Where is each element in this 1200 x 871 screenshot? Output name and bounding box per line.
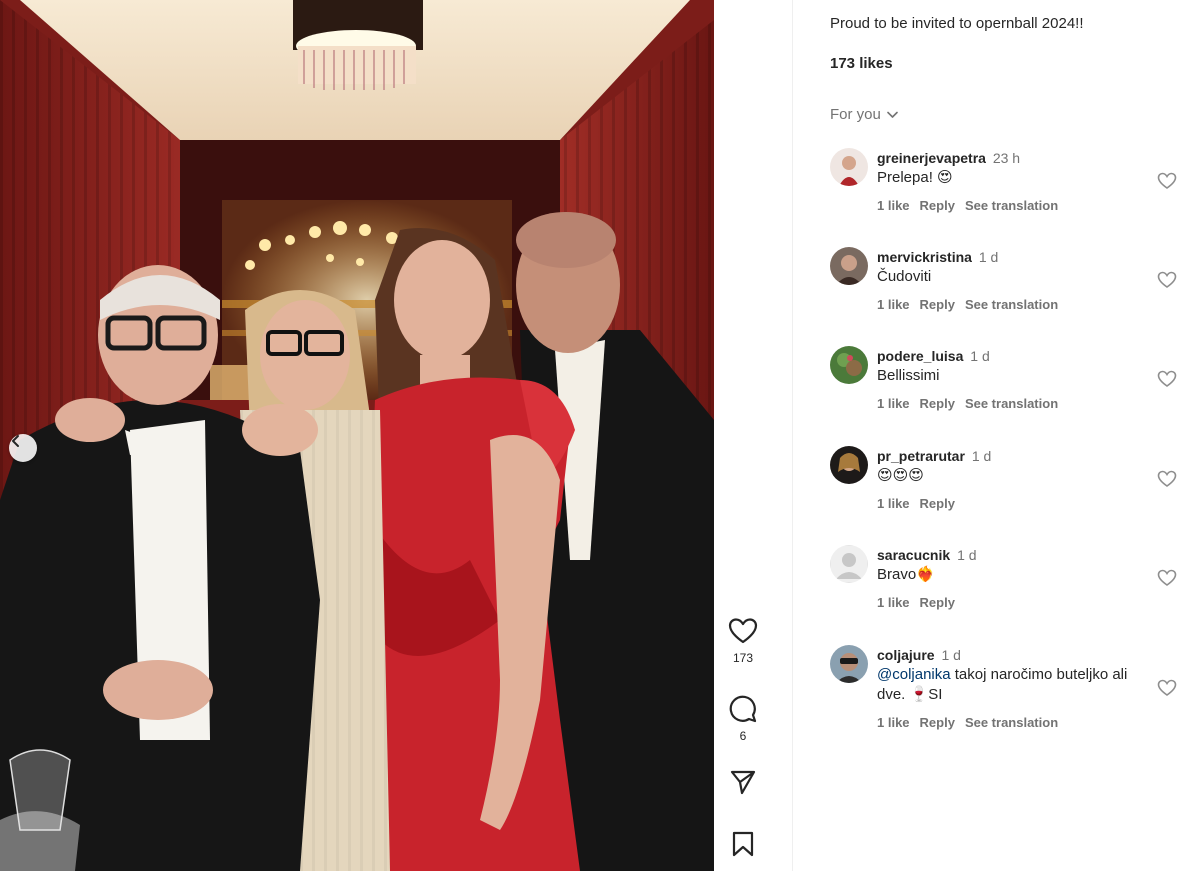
comment-text: Bravo❤️‍🔥 (877, 566, 935, 583)
comment-time: 1 d (957, 547, 977, 563)
comment-time: 1 d (941, 647, 961, 663)
comment-heart-icon[interactable] (1157, 270, 1177, 290)
comment-mention-link[interactable]: @coljanika (877, 666, 951, 683)
share-button[interactable] (714, 768, 772, 796)
avatar[interactable] (830, 148, 868, 186)
comment-like-count[interactable]: 1 like (877, 198, 910, 213)
comment-username[interactable]: mervickristina (877, 249, 972, 265)
avatar[interactable] (830, 545, 868, 583)
comment-text: 😍😍😍 (877, 467, 924, 484)
comment-button[interactable]: 6 (714, 695, 772, 743)
reply-button[interactable]: Reply (920, 595, 955, 610)
save-button[interactable] (714, 830, 772, 858)
comment-text: Bellissimi (877, 367, 940, 384)
reply-button[interactable]: Reply (920, 297, 955, 312)
comment-like-count[interactable]: 1 like (877, 496, 910, 511)
comment-count: 6 (739, 729, 747, 743)
bookmark-icon (732, 831, 754, 857)
comment-like-count[interactable]: 1 like (877, 715, 910, 730)
action-rail: 173 6 (714, 0, 772, 871)
post-photo[interactable] (0, 0, 714, 871)
photo-illustration (0, 0, 714, 871)
see-translation-button[interactable]: See translation (965, 396, 1058, 411)
see-translation-button[interactable]: See translation (965, 297, 1058, 312)
post-caption: Proud to be invited to opernball 2024!! (830, 15, 1084, 32)
reply-button[interactable]: Reply (920, 715, 955, 730)
comment-text: Prelepa! 😍 (877, 169, 953, 186)
see-translation-button[interactable]: See translation (965, 198, 1058, 213)
comment-heart-icon[interactable] (1157, 171, 1177, 191)
see-translation-button[interactable]: See translation (965, 715, 1058, 730)
heart-icon (728, 618, 758, 644)
avatar[interactable] (830, 247, 868, 285)
comment-icon (729, 695, 757, 723)
comment-username[interactable]: saracucnik (877, 547, 950, 563)
comment-text: Čudoviti (877, 268, 932, 285)
like-count: 173 (732, 651, 754, 665)
likes-count[interactable]: 173 likes (830, 55, 893, 72)
comment-sort-label: For you (830, 106, 881, 123)
comment-text: @coljanika takoj naročimo buteljko ali d… (877, 665, 1142, 705)
comment-heart-icon[interactable] (1157, 469, 1177, 489)
avatar[interactable] (830, 346, 868, 384)
reply-button[interactable]: Reply (920, 396, 955, 411)
reply-button[interactable]: Reply (920, 198, 955, 213)
like-button[interactable]: 173 (714, 617, 772, 665)
chevron-left-icon (12, 435, 19, 447)
post-details-panel: Proud to be invited to opernball 2024!! … (793, 0, 1200, 871)
avatar[interactable] (830, 645, 868, 683)
comment-username[interactable]: pr_petrarutar (877, 448, 965, 464)
reply-button[interactable]: Reply (920, 496, 955, 511)
comment-like-count[interactable]: 1 like (877, 297, 910, 312)
comment-heart-icon[interactable] (1157, 678, 1177, 698)
share-icon (730, 770, 756, 795)
comment-time: 23 h (992, 150, 1021, 166)
carousel-prev-button[interactable] (9, 434, 37, 462)
comment-username[interactable]: podere_luisa (877, 348, 963, 364)
comment-like-count[interactable]: 1 like (877, 396, 910, 411)
comment-heart-icon[interactable] (1157, 568, 1177, 588)
comment-time: 1 d (971, 448, 992, 464)
comment-heart-icon[interactable] (1157, 369, 1177, 389)
comment-sort-dropdown[interactable]: For you (830, 106, 899, 123)
comment-time: 1 d (970, 348, 990, 364)
comment-username[interactable]: greinerjevapetra (877, 150, 986, 166)
avatar[interactable] (830, 446, 868, 484)
comment-time: 1 d (978, 249, 999, 265)
chevron-down-icon (887, 111, 898, 118)
comment-like-count[interactable]: 1 like (877, 595, 910, 610)
comment-username[interactable]: coljajure (877, 647, 935, 663)
